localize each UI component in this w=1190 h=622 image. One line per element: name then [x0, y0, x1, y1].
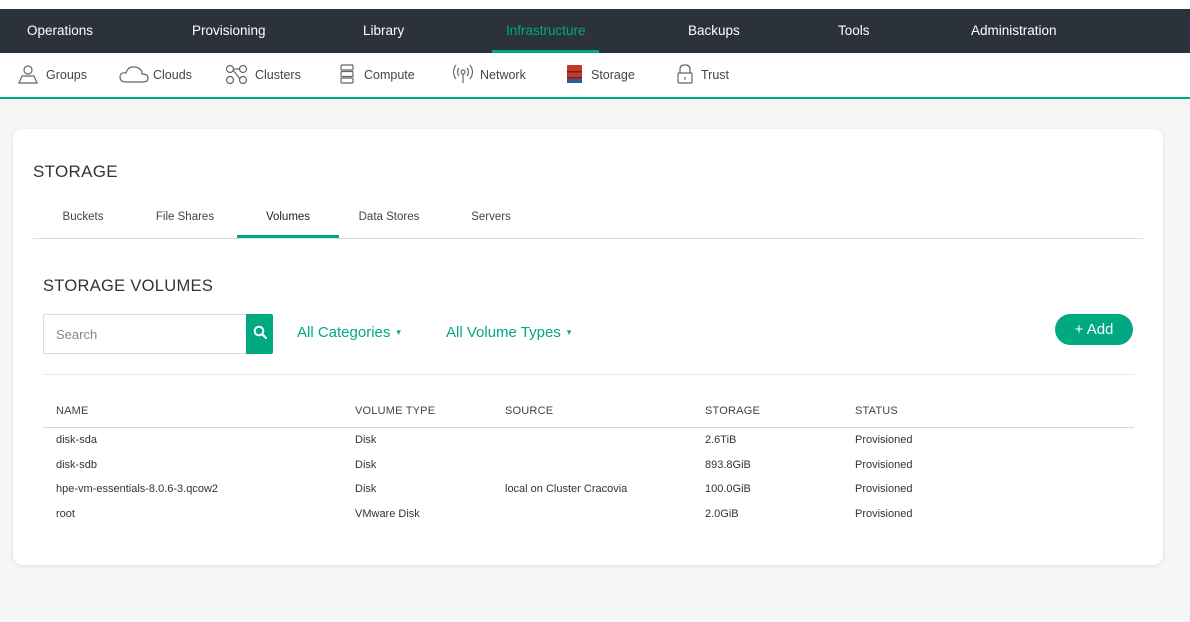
cell-volume-type: Disk — [355, 458, 377, 471]
table-row[interactable]: hpe-vm-essentials-8.0.6-3.qcow2 Disk loc… — [43, 477, 1134, 502]
sub-nav-storage-label: Storage — [591, 68, 635, 82]
volumes-table: NAME VOLUME TYPE SOURCE STORAGE STATUS d… — [43, 397, 1134, 526]
nav-item-tools[interactable]: Tools — [838, 9, 870, 53]
network-icon — [452, 64, 480, 87]
table-row[interactable]: root VMware Disk 2.0GiB Provisioned — [43, 502, 1134, 527]
cell-status: Provisioned — [855, 483, 913, 495]
column-header-source[interactable]: SOURCE — [505, 405, 553, 417]
sub-nav-clouds[interactable]: Clouds — [119, 53, 192, 97]
nav-item-administration[interactable]: Administration — [971, 9, 1057, 53]
nav-item-provisioning[interactable]: Provisioning — [192, 9, 266, 53]
search-box — [43, 314, 273, 354]
storage-icon — [566, 64, 591, 87]
lock-icon — [676, 63, 701, 87]
groups-icon — [17, 64, 46, 87]
cell-storage: 2.6TiB — [705, 434, 737, 446]
cell-name[interactable]: disk-sdb — [56, 459, 97, 471]
storage-card: STORAGE Buckets File Shares Volumes Data… — [13, 129, 1163, 565]
section-title: STORAGE VOLUMES — [43, 277, 214, 295]
table-header: NAME VOLUME TYPE SOURCE STORAGE STATUS — [43, 397, 1134, 428]
categories-filter-label: All Categories — [297, 324, 391, 341]
table-row[interactable]: disk-sdb Disk 893.8GiB Provisioned — [43, 453, 1134, 478]
tab-file-shares[interactable]: File Shares — [135, 201, 235, 238]
sub-nav-trust-label: Trust — [701, 68, 730, 82]
nav-item-operations[interactable]: Operations — [27, 9, 93, 53]
cell-name[interactable]: root — [56, 508, 75, 520]
cell-storage: 2.0GiB — [705, 507, 739, 520]
column-header-status[interactable]: STATUS — [855, 405, 898, 417]
main-nav: Operations Provisioning Library Infrastr… — [0, 9, 1190, 53]
cell-volume-type: Disk — [355, 434, 377, 446]
cell-name[interactable]: hpe-vm-essentials-8.0.6-3.qcow2 — [56, 483, 218, 495]
sub-nav-clusters[interactable]: Clusters — [225, 53, 301, 97]
caret-down-icon: ▾ — [566, 327, 572, 337]
sub-nav-clouds-label: Clouds — [153, 68, 192, 82]
sub-nav-network[interactable]: Network — [452, 53, 526, 97]
column-header-name[interactable]: NAME — [56, 405, 89, 417]
categories-filter[interactable]: All Categories ▾ — [297, 324, 401, 341]
add-button[interactable]: + Add — [1055, 314, 1133, 345]
tab-servers[interactable]: Servers — [441, 201, 541, 238]
cloud-icon — [119, 64, 156, 87]
sub-nav-trust[interactable]: Trust — [676, 53, 729, 97]
cell-source: local on Cluster Cracovia — [505, 483, 628, 495]
column-header-volume-type[interactable]: VOLUME TYPE — [355, 405, 435, 417]
sub-nav-groups-label: Groups — [46, 68, 87, 82]
nav-item-infrastructure[interactable]: Infrastructure — [506, 9, 586, 53]
sub-nav: Groups Clouds Clusters Compute Network S… — [0, 53, 1190, 99]
volume-types-filter[interactable]: All Volume Types ▾ — [446, 324, 571, 341]
column-header-storage[interactable]: STORAGE — [705, 405, 760, 417]
sub-nav-network-label: Network — [480, 68, 526, 82]
cell-storage: 893.8GiB — [705, 458, 751, 471]
sub-nav-storage[interactable]: Storage — [566, 53, 635, 97]
compute-icon — [339, 63, 364, 87]
tab-data-stores[interactable]: Data Stores — [339, 201, 439, 238]
storage-tabs: Buckets File Shares Volumes Data Stores … — [33, 201, 1143, 239]
page-title: STORAGE — [33, 162, 118, 181]
search-input[interactable] — [44, 315, 246, 353]
cell-status: Provisioned — [855, 434, 913, 446]
cell-volume-type: Disk — [355, 483, 377, 495]
top-strip — [0, 0, 1190, 9]
table-body: disk-sda Disk 2.6TiB Provisioned disk-sd… — [43, 428, 1134, 526]
sub-nav-clusters-label: Clusters — [255, 68, 301, 82]
volume-types-filter-label: All Volume Types — [446, 324, 561, 341]
search-icon — [253, 325, 267, 344]
nav-item-backups[interactable]: Backups — [688, 9, 740, 53]
nav-item-library[interactable]: Library — [363, 9, 404, 53]
cell-storage: 100.0GiB — [705, 483, 751, 495]
cell-volume-type: VMware Disk — [355, 507, 420, 520]
tab-buckets[interactable]: Buckets — [33, 201, 133, 238]
caret-down-icon: ▾ — [396, 327, 401, 337]
cell-status: Provisioned — [855, 458, 913, 471]
table-row[interactable]: disk-sda Disk 2.6TiB Provisioned — [43, 428, 1134, 453]
clusters-icon — [225, 64, 255, 87]
search-button[interactable] — [246, 314, 273, 354]
sub-nav-groups[interactable]: Groups — [17, 53, 87, 97]
sub-nav-compute-label: Compute — [364, 68, 415, 82]
cell-name[interactable]: disk-sda — [56, 434, 97, 446]
tab-volumes[interactable]: Volumes — [237, 201, 339, 238]
divider — [43, 374, 1135, 375]
cell-status: Provisioned — [855, 507, 913, 520]
sub-nav-compute[interactable]: Compute — [339, 53, 415, 97]
